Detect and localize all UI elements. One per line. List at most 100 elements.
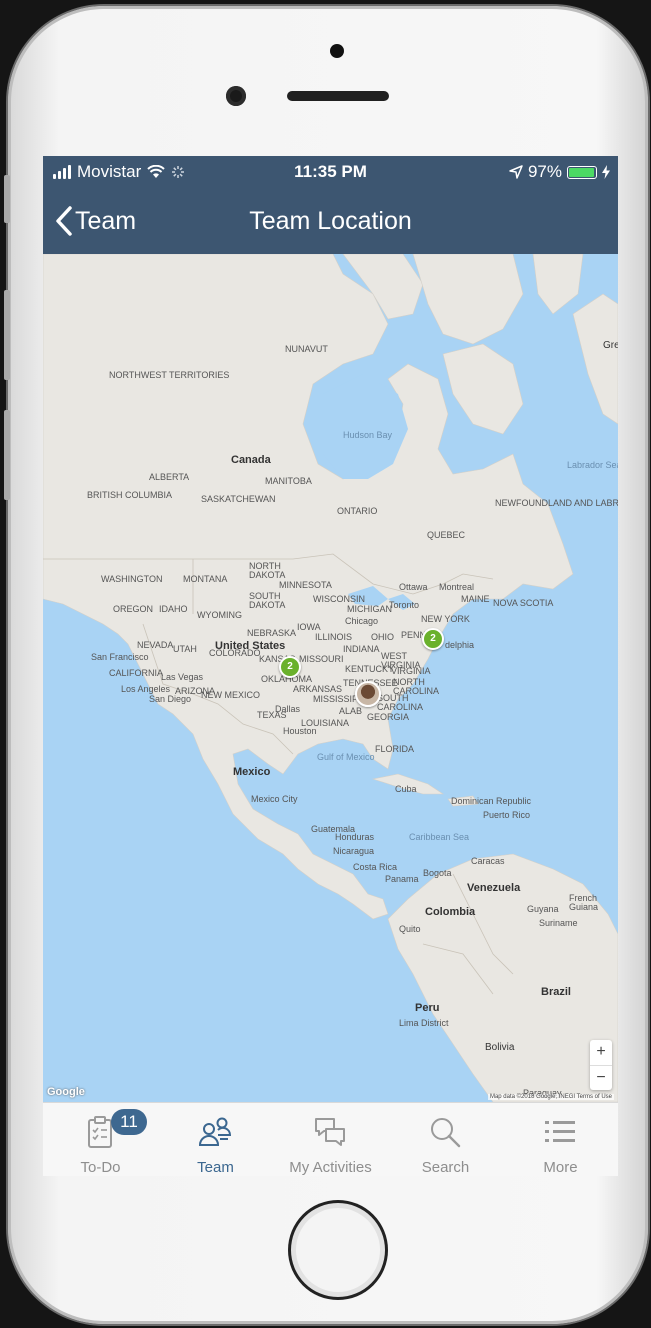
map-label-idaho: IDAHO [159, 604, 188, 614]
map-label-west-virginia: WEST VIRGINIA [381, 651, 421, 670]
volume-down-button[interactable] [4, 410, 10, 500]
map-label-labrador-sea: Labrador Sea [567, 460, 618, 470]
tab-to-do[interactable]: 11 To-Do [43, 1103, 158, 1176]
map-attribution[interactable]: Map data ©2018 Google, INEGI Terms of Us… [487, 1094, 614, 1100]
map-label-california: CALIFORNIA [109, 668, 164, 678]
map-label-south-carolina: SOUTH CAROLINA [377, 693, 424, 712]
team-cluster-marker[interactable]: 2 [422, 628, 444, 650]
map-label-peru: Peru [415, 1002, 440, 1014]
battery-percent: 97% [527, 162, 562, 181]
volume-up-button[interactable] [4, 290, 10, 380]
map-label-south-dakota: SOUTH DAKOTA [249, 591, 286, 610]
tab-team[interactable]: Team [158, 1103, 273, 1176]
status-right: 97% [509, 162, 610, 182]
map-label-ohio: OHIO [371, 632, 395, 642]
map-label-minnesota: MINNESOTA [279, 580, 332, 590]
battery-icon [567, 165, 597, 179]
map-label-colorado: COLORADO [209, 648, 261, 658]
map-label-alabama: ALAB [339, 706, 363, 716]
map-label-nebraska: NEBRASKA [247, 628, 297, 638]
map-label-nicaragua: Nicaragua [333, 846, 375, 856]
map-label-utah: UTAH [173, 644, 197, 654]
app-screen: Movistar 11:35 PM 97% Team Team Location [43, 156, 618, 1176]
location-arrow-icon [509, 165, 523, 179]
tab-more[interactable]: More [503, 1103, 618, 1176]
map-label-hudson-bay: Hudson Bay [343, 430, 393, 440]
map-label-indiana: INDIANA [343, 644, 380, 654]
zoom-in-button[interactable]: + [590, 1040, 612, 1066]
tab-label: Search [421, 1159, 470, 1176]
map-label-new-york: NEW YORK [421, 614, 470, 624]
team-icon [198, 1117, 232, 1146]
map-label-suriname: Suriname [539, 918, 578, 928]
map-label-honduras: Honduras [335, 832, 375, 842]
map-label-wyoming: WYOMING [197, 610, 242, 620]
todo-count-badge: 11 [111, 1109, 147, 1135]
map-label-las-vegas: Las Vegas [161, 672, 204, 682]
zoom-controls: + − [590, 1040, 612, 1090]
earpiece-speaker [287, 91, 389, 101]
map-label-michigan: MICHIGAN [347, 604, 392, 614]
zoom-out-button[interactable]: − [590, 1066, 612, 1091]
map-label-chicago: Chicago [345, 616, 379, 626]
map-label-bogota: Bogota [423, 868, 452, 878]
map-label-newfoundland: NEWFOUNDLAND AND LABRADOR [495, 498, 618, 508]
map-canvas [43, 254, 618, 1102]
map-label-guyana: Guyana [527, 904, 559, 914]
mute-switch[interactable] [4, 175, 10, 223]
map-label-mexico: Mexico [233, 766, 271, 778]
map-label-nova-scotia: NOVA SCOTIA [493, 598, 554, 608]
map-label-maine: MAINE [461, 594, 490, 604]
map-label-texas: TEXAS [257, 710, 287, 720]
map-label-cuba: Cuba [395, 784, 417, 794]
map-label-british-columbia: BRITISH COLUMBIA [87, 490, 173, 500]
tab-label: To-Do [80, 1159, 121, 1176]
map-label-missouri: MISSOURI [299, 654, 344, 664]
tab-my-activities[interactable]: My Activities [273, 1103, 388, 1176]
map-label-northwest-territories: NORTHWEST TERRITORIES [109, 370, 230, 380]
map-label-washington: WASHINGTON [101, 574, 163, 584]
map-label-los-angeles: Los Angeles [121, 684, 171, 694]
charging-bolt-icon [602, 165, 610, 179]
map-label-gulf-of-mexico: Gulf of Mexico [317, 752, 375, 762]
navigation-bar: Team Team Location [43, 189, 618, 254]
chat-bubbles-icon [315, 1118, 345, 1146]
map-view[interactable]: Canada United States Mexico Venezuela Co… [43, 254, 618, 1102]
map-label-toronto: Toronto [389, 600, 420, 610]
map-label-north-dakota: NORTH DAKOTA [249, 561, 286, 580]
map-label-panama: Panama [385, 874, 419, 884]
map-label-mexico-city: Mexico City [251, 794, 298, 804]
google-logo: Google [47, 1086, 85, 1098]
proximity-sensor [330, 44, 344, 58]
map-label-puerto-rico: Puerto Rico [483, 810, 531, 820]
map-label-greenland: Gre [603, 340, 618, 351]
map-label-alberta: ALBERTA [149, 472, 190, 482]
team-cluster-marker[interactable]: 2 [279, 656, 301, 678]
map-label-arkansas: ARKANSAS [293, 684, 343, 694]
map-label-venezuela: Venezuela [467, 882, 521, 894]
map-label-nevada: NEVADA [137, 640, 174, 650]
map-label-brazil: Brazil [541, 986, 571, 998]
map-label-florida: FLORIDA [375, 744, 415, 754]
map-label-new-mexico: NEW MEXICO [201, 690, 261, 700]
tab-label: My Activities [289, 1159, 372, 1176]
map-label-montana: MONTANA [183, 574, 228, 584]
status-bar: Movistar 11:35 PM 97% [43, 156, 618, 189]
map-label-lima: Lima District [399, 1018, 449, 1028]
tab-label: Team [197, 1159, 234, 1176]
team-member-avatar-pin[interactable] [355, 681, 381, 707]
list-icon [545, 1121, 575, 1142]
map-label-quito: Quito [399, 924, 421, 934]
map-label-san-francisco: San Francisco [91, 652, 149, 662]
map-label-wisconsin: WISCONSIN [313, 594, 366, 604]
map-label-nunavut: NUNAVUT [285, 344, 328, 354]
map-label-ontario: ONTARIO [337, 506, 378, 516]
map-label-bolivia: Bolivia [485, 1042, 515, 1053]
home-button[interactable] [288, 1200, 388, 1300]
map-label-colombia: Colombia [425, 906, 476, 918]
map-label-oregon: OREGON [113, 604, 154, 614]
map-label-costa-rica: Costa Rica [353, 862, 398, 872]
map-label-iowa: IOWA [297, 622, 321, 632]
tab-search[interactable]: Search [388, 1103, 503, 1176]
map-label-georgia: GEORGIA [367, 712, 410, 722]
